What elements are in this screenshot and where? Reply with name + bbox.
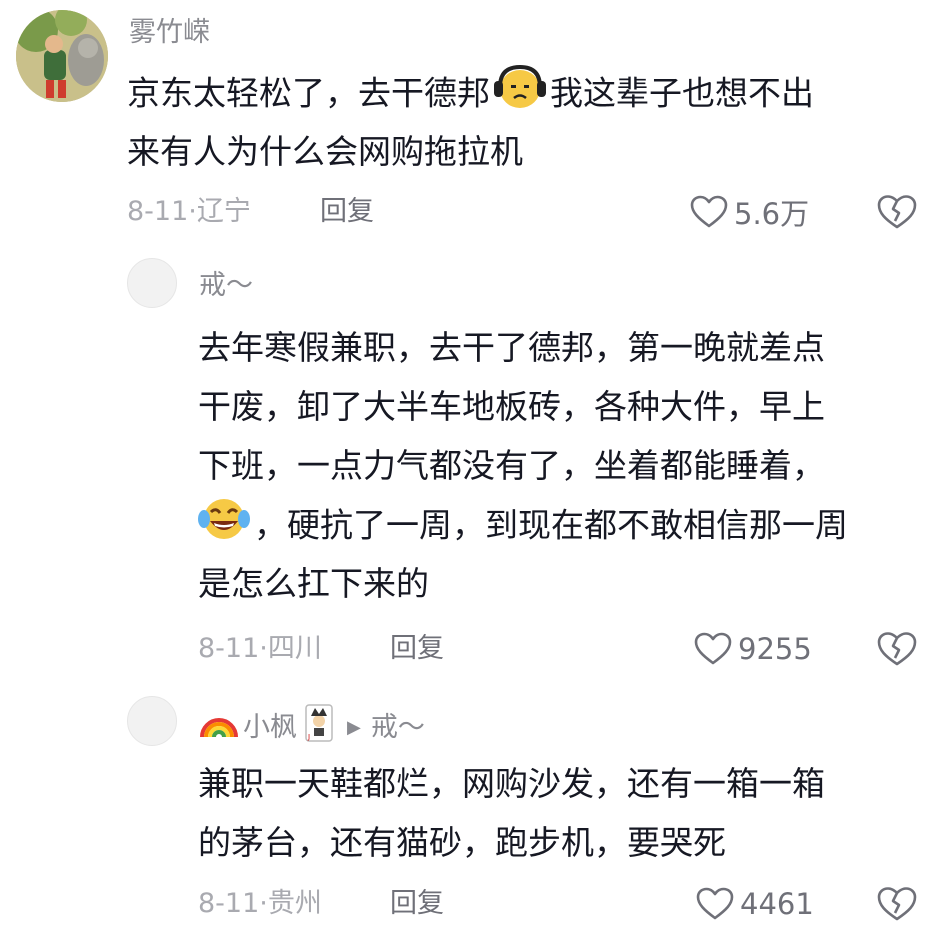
broken-heart-icon [877,887,917,921]
username-row: 小枫 J ▶ 戒～ [199,704,425,751]
heart-outline-icon [694,632,732,665]
comment-location: 辽宁 [196,196,251,227]
comment-main: 雾竹嵘 京东太轻松了，去干德邦 我这辈子也想不出 来有人为什么会网购拖拉机 8-… [0,0,930,240]
comment-location: 贵州 [267,888,322,919]
heart-outline-icon [696,887,734,920]
heart-outline-icon [690,195,728,228]
comment-text-line: 去年寒假兼职，去干了德邦，第一晚就差点 [198,328,825,367]
username[interactable]: 小枫 [243,711,297,745]
like-button[interactable]: 4461 [696,884,814,924]
dislike-button[interactable] [877,884,917,924]
like-button[interactable]: 9255 [694,629,812,669]
like-button[interactable]: 5.6万 [690,192,809,232]
reply-button[interactable]: 回复 [320,192,374,232]
like-count: 9255 [738,632,812,666]
comment-text: 兼职一天鞋都烂，网购沙发，还有一箱一箱 的茅台，还有猫砂，跑步机，要哭死 [198,754,825,872]
comment-text-segment: 我这辈子也想不出 [550,73,814,113]
comment-date: 8-11· [127,196,197,227]
comment-date: 8-11· [198,633,268,664]
comment-text-line: 来有人为什么会网购拖拉机 [127,132,523,171]
avatar[interactable] [16,10,108,102]
comment-text: 去年寒假兼职，去干了德邦，第一晚就差点 干废，卸了大半车地板砖，各种大件，早上 … [198,318,848,613]
comment-text-segment: ，硬抗了一周，到现在都不敢相信那一周 [254,505,848,545]
comment-text-line: 是怎么扛下来的 [198,564,429,603]
reply-button[interactable]: 回复 [390,884,444,924]
comment-text: 京东太轻松了，去干德邦 我这辈子也想不出 来有人为什么会网购拖拉机 [127,63,814,181]
comment-text-line: 下班，一点力气都没有了，坐着都能睡着， [198,446,825,485]
username[interactable]: 戒～ [199,269,253,303]
username[interactable]: 雾竹嵘 [129,16,210,50]
avatar[interactable] [127,258,177,308]
comment-location: 四川 [267,633,322,664]
reply-comment: 戒～ 去年寒假兼职，去干了德邦，第一晚就差点 干废，卸了大半车地板砖，各种大件，… [0,240,930,680]
laughing-crying-emoji-icon [198,495,250,559]
broken-heart-icon [877,632,917,666]
svg-text:J: J [307,733,310,741]
comment-text-line: 的茅台，还有猫砂，跑步机，要哭死 [198,823,726,862]
comment-date: 8-11· [198,888,268,919]
reply-comment: 小枫 J ▶ 戒～ 兼职一天鞋都烂，网购沙发，还有一箱一箱 的茅台，还有猫砂，跑… [0,680,930,940]
rainbow-emoji-icon [199,707,239,748]
reply-button[interactable]: 回复 [390,629,444,669]
like-count: 4461 [740,887,814,921]
reply-to-username[interactable]: 戒～ [371,711,425,745]
comment-text-line: 干废，卸了大半车地板砖，各种大件，早上 [198,387,825,426]
like-count: 5.6万 [734,197,810,231]
thinking-face-emoji-icon [492,63,548,127]
broken-heart-icon [877,195,917,229]
reply-arrow-icon: ▶ [347,716,361,738]
dislike-button[interactable] [877,629,917,669]
dislike-button[interactable] [877,192,917,232]
comment-text-line: 兼职一天鞋都烂，网购沙发，还有一箱一箱 [198,764,825,803]
joker-card-emoji-icon: J [305,704,333,751]
avatar-image [16,10,108,102]
comment-text-segment: 京东太轻松了，去干德邦 [127,73,490,113]
avatar[interactable] [127,696,177,746]
